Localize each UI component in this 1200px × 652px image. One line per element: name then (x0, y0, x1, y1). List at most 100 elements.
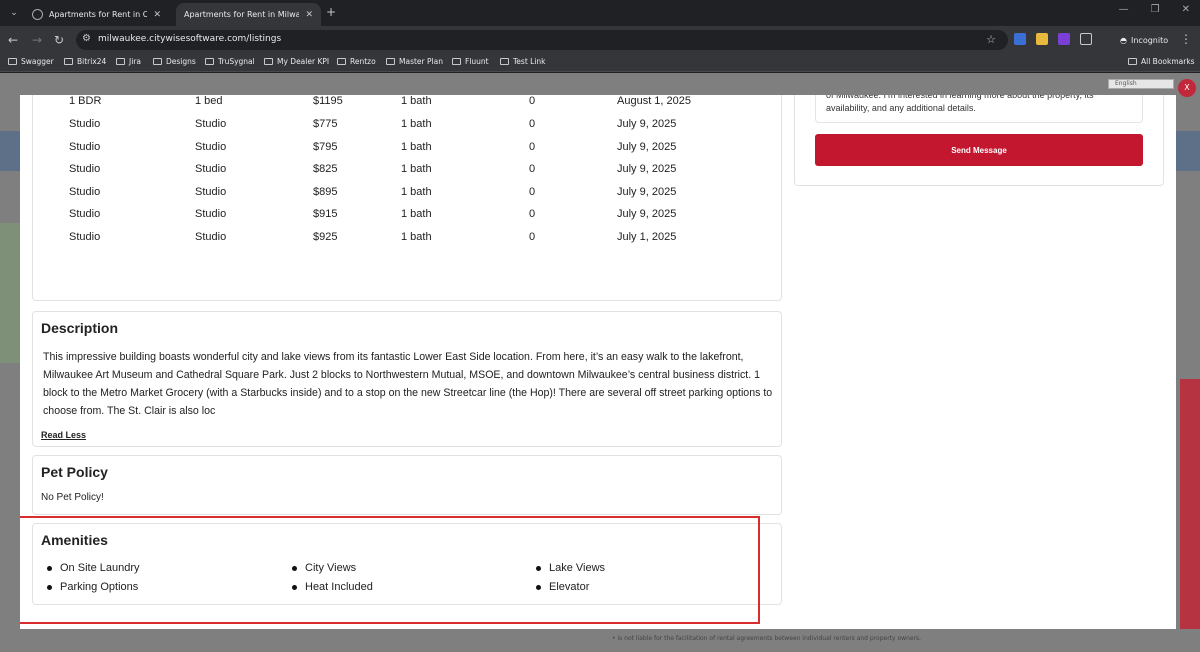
unit-beds: Studio (195, 208, 227, 220)
folder-icon (116, 58, 125, 65)
bookmark-bitrix24[interactable]: Bitrix24 (64, 57, 106, 66)
unit-baths: 1 bath (401, 208, 432, 220)
close-tab-icon[interactable]: ✕ (153, 10, 161, 20)
site-info-icon[interactable]: ⚙ (82, 33, 91, 44)
unit-available: August 1, 2025 (617, 95, 692, 107)
contact-card: of Milwaukee. I’m interested in learning… (794, 95, 1164, 186)
tab-apartments-official[interactable]: Apartments for Rent in Official ✕ (24, 3, 169, 26)
bookmark-test-link[interactable]: Test Link (500, 57, 546, 66)
browser-tab-strip: ⌄ Apartments for Rent in Official ✕ Apar… (0, 0, 1200, 26)
close-modal-button[interactable]: X (1178, 79, 1196, 97)
folder-icon (64, 58, 73, 65)
bullet-icon (292, 565, 297, 571)
list-item: On Site Laundry (47, 562, 140, 574)
amenity-label: City Views (305, 562, 357, 574)
unit-baths: 1 bath (401, 141, 432, 153)
bookmark-label: Test Link (513, 57, 546, 66)
bookmark-my-dealer-kpi[interactable]: My Dealer KPI (264, 57, 329, 66)
bookmark-fluunt[interactable]: Fluunt (452, 57, 489, 66)
unit-deposit: 0 (529, 208, 536, 220)
unit-deposit: 0 (529, 95, 536, 107)
send-message-button[interactable]: Send Message (815, 134, 1143, 166)
background-red-panel (1180, 379, 1200, 629)
list-item: Elevator (536, 581, 589, 593)
url-text: milwaukee.citywisesoftware.com/listings (98, 34, 282, 44)
extension-mail-icon[interactable] (1036, 33, 1048, 45)
folder-icon (1128, 58, 1137, 65)
unit-price: $1195 (313, 95, 343, 107)
browser-menu-icon[interactable]: ⋮ (1180, 32, 1192, 46)
message-textarea[interactable]: of Milwaukee. I’m interested in learning… (815, 95, 1143, 123)
language-select[interactable]: English (1108, 79, 1174, 89)
table-row: 1 BDR 1 bed $1195 1 bath 0 August 1, 202… (33, 95, 773, 113)
tab-apartments-milwaukee[interactable]: Apartments for Rent in Milwauk ✕ (176, 3, 321, 26)
unit-available: July 9, 2025 (617, 163, 677, 175)
extension-puzzle-icon[interactable] (1014, 33, 1026, 45)
unit-baths: 1 bath (401, 231, 432, 243)
amenity-label: Parking Options (60, 581, 139, 593)
extensions-icon[interactable] (1080, 33, 1092, 45)
unit-deposit: 0 (529, 186, 536, 198)
unit-beds: Studio (195, 231, 227, 243)
incognito-indicator[interactable]: ◓ Incognito (1112, 31, 1176, 49)
bookmark-star-icon[interactable]: ☆ (986, 33, 996, 46)
folder-icon (500, 58, 509, 65)
table-row: Studio Studio $895 1 bath 0 July 9, 2025 (33, 182, 773, 204)
bookmark-master-plan[interactable]: Master Plan (386, 57, 443, 66)
minimize-icon[interactable]: — (1119, 4, 1129, 15)
unit-price: $915 (313, 208, 338, 220)
read-less-link[interactable]: Read Less (41, 430, 86, 440)
bookmark-rentzo[interactable]: Rentzo (337, 57, 376, 66)
description-title: Description (41, 320, 119, 336)
amenity-label: Lake Views (549, 562, 606, 574)
bullet-icon (536, 565, 541, 571)
table-row: Studio Studio $775 1 bath 0 July 9, 2025 (33, 114, 773, 136)
description-text: This impressive building boasts wonderfu… (43, 351, 773, 417)
bookmarks-bar: Swagger Bitrix24 Jira Designs TruSygnal … (0, 54, 1200, 72)
list-item: Parking Options (47, 581, 138, 593)
incognito-icon: ◓ (1120, 35, 1127, 45)
forward-icon[interactable]: → (32, 32, 42, 48)
reload-icon[interactable]: ↻ (54, 32, 64, 48)
message-text: of Milwaukee. I’m interested in learning… (826, 95, 1094, 113)
restore-icon[interactable]: ❐ (1151, 4, 1160, 15)
bookmark-jira[interactable]: Jira (116, 57, 141, 66)
bookmark-label: My Dealer KPI (277, 57, 330, 66)
unit-deposit: 0 (529, 141, 536, 153)
folder-icon (8, 58, 17, 65)
table-row: Studio Studio $825 1 bath 0 July 9, 2025 (33, 159, 773, 181)
bullet-icon (47, 565, 52, 571)
close-tab-icon[interactable]: ✕ (305, 10, 313, 20)
tab-search-icon[interactable]: ⌄ (6, 5, 22, 21)
unit-price: $895 (313, 186, 338, 198)
address-bar[interactable]: ⚙ milwaukee.citywisesoftware.com/listing… (76, 30, 1008, 50)
unit-type: 1 BDR (69, 95, 102, 107)
folder-icon (205, 58, 214, 65)
new-tab-icon[interactable]: + (326, 5, 336, 19)
list-item: Heat Included (292, 581, 373, 593)
extension-purple-icon[interactable] (1058, 33, 1070, 45)
unit-available: July 9, 2025 (617, 208, 677, 220)
list-item: Lake Views (536, 562, 605, 574)
footer-disclaimer-text: is not liable for the facilitation of re… (617, 635, 922, 642)
unit-type: Studio (69, 163, 101, 175)
unit-price: $825 (313, 163, 338, 175)
back-icon[interactable]: ← (8, 32, 18, 48)
unit-beds: Studio (195, 118, 227, 130)
folder-icon (153, 58, 162, 65)
bookmark-trusygnal[interactable]: TruSygnal (205, 57, 255, 66)
bookmark-swagger[interactable]: Swagger (8, 57, 54, 66)
folder-icon (337, 58, 346, 65)
unit-beds: Studio (195, 163, 227, 175)
unit-type: Studio (69, 231, 101, 243)
amenity-label: On Site Laundry (60, 562, 140, 574)
bookmark-label: Designs (166, 57, 196, 66)
bookmark-label: Master Plan (399, 57, 443, 66)
tab-title: Apartments for Rent in Milwauk (184, 10, 300, 19)
unit-price: $795 (313, 141, 338, 153)
bullet-icon (536, 584, 541, 590)
close-window-icon[interactable]: ✕ (1182, 4, 1190, 15)
all-bookmarks[interactable]: All Bookmarks (1128, 57, 1195, 66)
bookmark-designs[interactable]: Designs (153, 57, 196, 66)
unit-price: $925 (313, 231, 338, 243)
